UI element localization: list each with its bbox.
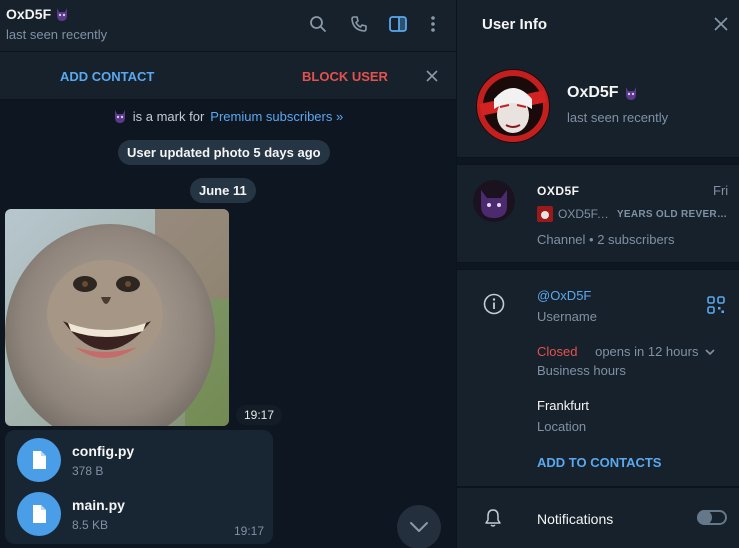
photo-time: 19:17	[236, 405, 283, 425]
scroll-down-button[interactable]	[397, 505, 441, 548]
channel-date: Fri	[713, 183, 729, 198]
username-value[interactable]: @OxD5F	[537, 288, 591, 303]
file-size: 8.5 KB	[72, 517, 109, 532]
info-title: User Info	[482, 16, 548, 33]
chevron-down-icon	[410, 522, 428, 532]
business-status: Closed	[537, 344, 578, 359]
files-time: 19:17	[234, 524, 265, 538]
chevron-down-icon[interactable]	[705, 349, 715, 356]
date-pill: June 11	[190, 178, 256, 203]
close-icon[interactable]	[714, 17, 728, 31]
channel-avatar	[473, 180, 515, 222]
premium-note: is a mark for Premium subscribers »	[0, 108, 456, 124]
files-message: config.py 378 B main.py 8.5 KB 19:17	[5, 430, 273, 544]
chat-title[interactable]: OxD5F	[6, 6, 69, 22]
premium-emoji-icon	[625, 87, 636, 100]
search-icon[interactable]	[307, 13, 329, 35]
divider	[457, 262, 739, 270]
file-row[interactable]: main.py 8.5 KB	[17, 490, 257, 538]
profile-status: last seen recently	[567, 110, 669, 125]
bell-icon	[485, 509, 501, 527]
block-user-button[interactable]: BLOCK USER	[302, 69, 388, 84]
location-value[interactable]: Frankfurt	[537, 398, 589, 413]
add-to-contacts-button[interactable]: ADD TO CONTACTS	[537, 455, 661, 470]
business-hours-row[interactable]: Closed opens in 12 hours	[537, 344, 715, 359]
sidebar-icon[interactable]	[387, 13, 409, 35]
qr-code-icon[interactable]	[707, 296, 725, 314]
chat-status: last seen recently	[6, 27, 108, 42]
more-icon[interactable]	[422, 13, 444, 35]
file-name: main.py	[72, 496, 125, 513]
channel-preview: OXD5F, 29 YEARS OLD REVERSE...	[537, 206, 730, 222]
premium-link[interactable]: Premium subscribers »	[210, 109, 343, 124]
add-contact-button[interactable]: ADD CONTACT	[60, 69, 154, 84]
profile-name-text: OxD5F	[567, 84, 619, 101]
file-row[interactable]: config.py 378 B	[17, 436, 257, 484]
business-hours-link[interactable]: opens in 12 hours	[595, 344, 698, 359]
channel-preview-text: YEARS OLD REVERSE...	[616, 208, 730, 220]
premium-emoji-icon	[114, 110, 125, 123]
channel-meta: Channel • 2 subscribers	[537, 232, 675, 247]
file-size: 378 B	[72, 463, 104, 478]
monkey-photo	[5, 209, 229, 426]
notifications-toggle[interactable]	[697, 510, 727, 525]
toggle-knob	[697, 510, 712, 525]
avatar[interactable]	[476, 69, 550, 143]
divider	[457, 486, 739, 488]
close-icon[interactable]	[424, 68, 440, 84]
premium-note-text: is a mark for	[132, 108, 205, 124]
channel-preview-name: OXD5F, 29	[558, 207, 612, 221]
chat-pane: OxD5F last seen recently ADD CONTACT BLO…	[0, 0, 456, 548]
premium-emoji-icon	[57, 8, 68, 21]
file-name: config.py	[72, 442, 135, 459]
action-bar: ADD CONTACT BLOCK USER	[0, 52, 456, 100]
username-label: Username	[537, 309, 597, 324]
file-icon[interactable]	[17, 492, 61, 536]
service-message: User updated photo 5 days ago	[118, 140, 330, 165]
channel-preview-thumb	[537, 206, 553, 222]
info-icon	[483, 293, 505, 315]
chat-title-text: OxD5F	[6, 6, 52, 22]
photo-message[interactable]	[5, 209, 229, 426]
channel-name: OXD5F	[537, 184, 580, 198]
divider	[457, 157, 739, 165]
user-info-panel: User Info OxD5F last seen recently OXD5F…	[456, 0, 739, 548]
phone-icon[interactable]	[348, 13, 370, 35]
chat-header[interactable]: OxD5F last seen recently	[0, 0, 456, 52]
location-label: Location	[537, 419, 587, 434]
file-icon[interactable]	[17, 438, 61, 482]
notifications-label: Notifications	[537, 511, 614, 527]
business-hours-label: Business hours	[537, 363, 626, 378]
profile-name: OxD5F	[567, 84, 638, 102]
